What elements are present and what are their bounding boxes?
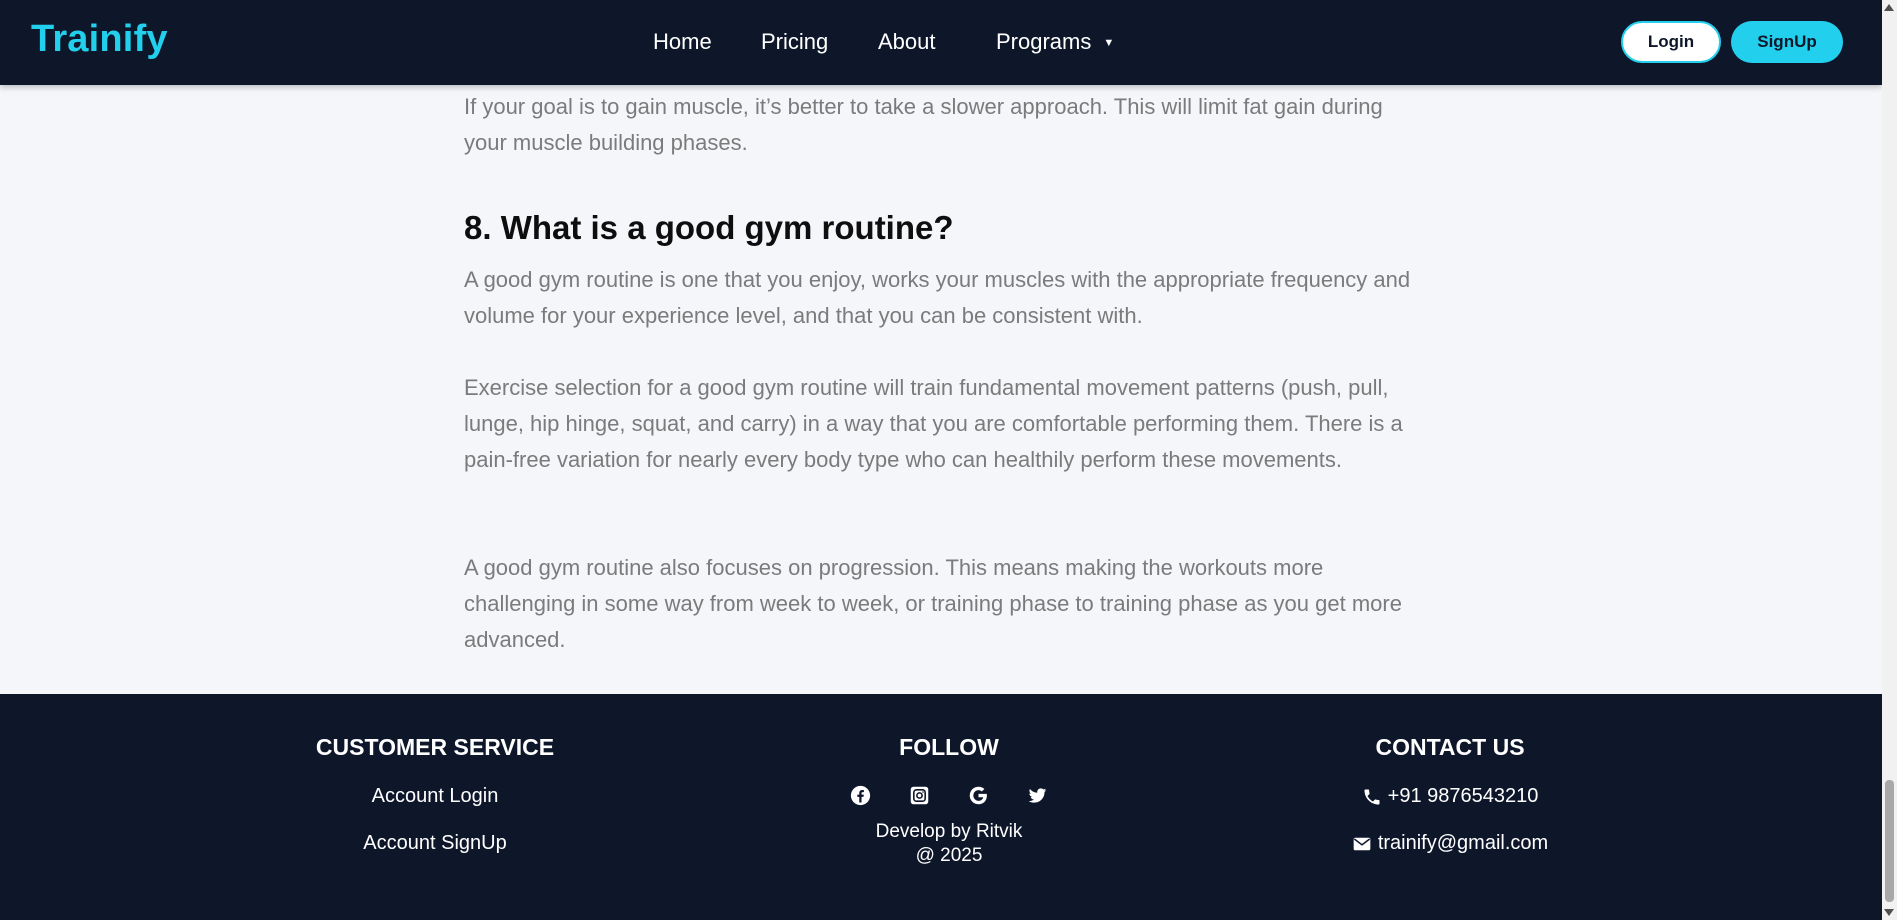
- account-signup-link[interactable]: Account SignUp: [285, 832, 585, 855]
- follow-title: FOLLOW: [899, 734, 999, 760]
- envelope-icon: [1353, 837, 1371, 850]
- facebook-icon[interactable]: [850, 785, 871, 806]
- nav-home-link[interactable]: Home: [653, 29, 712, 55]
- phone-line[interactable]: +91 9876543210: [1300, 785, 1600, 808]
- footer: CUSTOMER SERVICE Account Login Account S…: [0, 694, 1882, 920]
- nav-pricing-link[interactable]: Pricing: [761, 29, 828, 55]
- email-line[interactable]: trainify@gmail.com: [1300, 832, 1600, 855]
- paragraph-1: A good gym routine is one that you enjoy…: [464, 267, 1411, 328]
- customer-service-column: CUSTOMER SERVICE Account Login Account S…: [285, 694, 585, 855]
- nav-programs-label: Programs: [996, 29, 1092, 54]
- contact-title: CONTACT US: [1375, 734, 1525, 760]
- signup-button[interactable]: SignUp: [1731, 21, 1843, 63]
- google-icon[interactable]: [968, 785, 989, 806]
- caret-down-icon: ▼: [1103, 37, 1115, 49]
- page: Trainify Home Pricing About Programs ▼ L…: [0, 0, 1882, 920]
- paragraph-3: A good gym routine also focuses on progr…: [464, 555, 1402, 652]
- phone-icon: [1364, 789, 1380, 804]
- twitter-icon[interactable]: [1027, 785, 1048, 806]
- credit-line-2: @ 2025: [915, 845, 983, 866]
- account-login-link[interactable]: Account Login: [285, 785, 585, 808]
- brand-logo[interactable]: Trainify: [31, 18, 168, 61]
- paragraph-2: Exercise selection for a good gym routin…: [464, 375, 1403, 472]
- instagram-icon[interactable]: [909, 785, 930, 806]
- follow-column: FOLLOW Develop by Ritvik @ 2025: [799, 694, 1099, 868]
- contact-column: CONTACT US +91 9876543210 trainify@gmail…: [1300, 694, 1600, 855]
- section-heading: 8. What is a good gym routine?: [464, 209, 954, 246]
- vertical-scrollbar[interactable]: [1882, 0, 1897, 920]
- scrollbar-thumb[interactable]: [1885, 780, 1894, 902]
- scroll-up-arrow-icon[interactable]: [1884, 4, 1894, 11]
- email-address: trainify@gmail.com: [1377, 832, 1549, 854]
- social-icons: [799, 785, 1099, 806]
- intro-paragraph: If your goal is to gain muscle, it’s bet…: [464, 94, 1383, 155]
- navbar: Trainify Home Pricing About Programs ▼ L…: [0, 0, 1882, 85]
- credit-line-1: Develop by Ritvik: [875, 821, 1023, 842]
- phone-number: +91 9876543210: [1387, 785, 1539, 807]
- login-button[interactable]: Login: [1621, 21, 1721, 63]
- nav-programs-dropdown[interactable]: Programs ▼: [996, 29, 1114, 55]
- customer-service-title: CUSTOMER SERVICE: [315, 734, 555, 760]
- nav-about-link[interactable]: About: [878, 29, 936, 55]
- credit-text: Develop by Ritvik @ 2025: [799, 820, 1099, 868]
- scroll-down-arrow-icon[interactable]: [1884, 909, 1894, 916]
